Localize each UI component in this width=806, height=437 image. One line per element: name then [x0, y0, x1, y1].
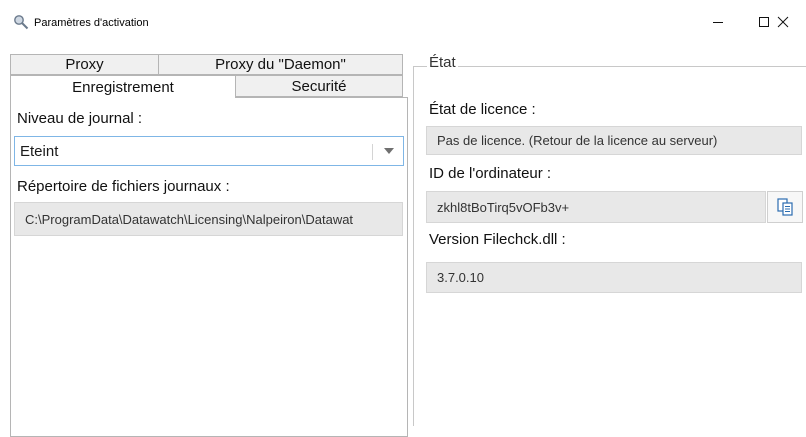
tab-enregistrement[interactable]: Enregistrement: [10, 75, 236, 98]
tab-proxy-daemon[interactable]: Proxy du "Daemon": [158, 54, 403, 75]
log-dir-label: Répertoire de fichiers journaux :: [17, 178, 230, 195]
app-icon: [14, 15, 29, 30]
log-dir-field[interactable]: C:\ProgramData\Datawatch\Licensing\Nalpe…: [14, 202, 403, 236]
close-button[interactable]: [760, 0, 806, 44]
license-status-label: État de licence :: [429, 101, 536, 118]
version-label: Version Filechck.dll :: [429, 231, 566, 248]
log-level-value: Eteint: [20, 143, 59, 160]
version-field[interactable]: 3.7.0.10: [426, 262, 802, 293]
minimize-button[interactable]: [695, 0, 741, 44]
chevron-down-icon: [384, 148, 394, 154]
window-title: Paramètres d'activation: [34, 17, 149, 29]
dropdown-separator: [372, 144, 373, 160]
group-border-left: [413, 66, 414, 426]
computer-id-field[interactable]: zkhl8tBoTirq5vOFb3v+: [426, 191, 766, 223]
log-level-dropdown[interactable]: Eteint: [14, 136, 404, 166]
computer-id-label: ID de l'ordinateur :: [429, 165, 552, 182]
version-value: 3.7.0.10: [437, 270, 484, 285]
copy-clipboard-icon: [777, 198, 793, 216]
license-status-value: Pas de licence. (Retour de la licence au…: [437, 133, 718, 148]
copy-computer-id-button[interactable]: [767, 191, 803, 223]
tab-securite[interactable]: Securité: [235, 75, 403, 97]
status-group-title: État: [427, 54, 458, 71]
group-border-top: [413, 66, 806, 67]
minimize-icon: [713, 22, 723, 23]
title-bar: Paramètres d'activation: [0, 0, 806, 44]
close-icon: [777, 16, 789, 28]
log-dir-value: C:\ProgramData\Datawatch\Licensing\Nalpe…: [25, 211, 354, 227]
log-level-label: Niveau de journal :: [17, 110, 143, 127]
tab-proxy[interactable]: Proxy: [10, 54, 159, 75]
license-status-field[interactable]: Pas de licence. (Retour de la licence au…: [426, 126, 802, 155]
computer-id-value: zkhl8tBoTirq5vOFb3v+: [437, 199, 570, 215]
